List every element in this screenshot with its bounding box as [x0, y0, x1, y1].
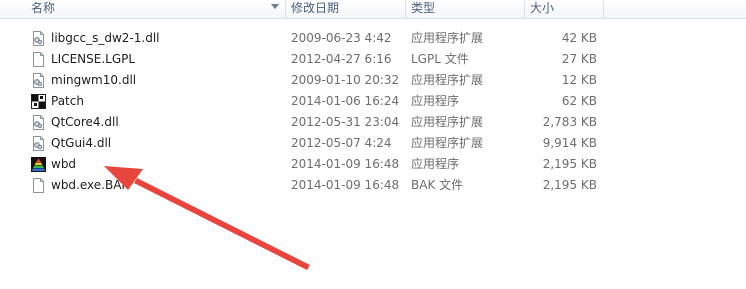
- annotation-arrow-shaft: [134, 178, 310, 270]
- annotation-arrow-head: [104, 166, 143, 190]
- annotation-arrow: [104, 166, 310, 270]
